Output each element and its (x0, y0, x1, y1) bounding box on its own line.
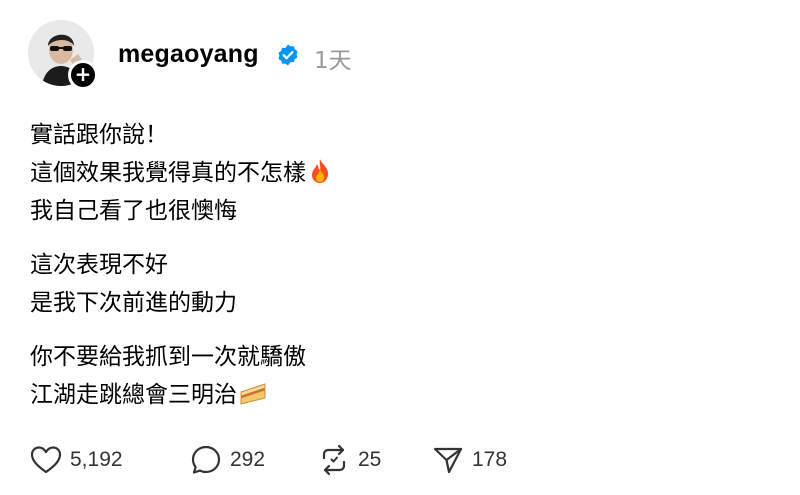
like-button[interactable]: 5,192 (30, 440, 123, 480)
post-line: 你不要給我抓到一次就驕傲 (30, 344, 306, 370)
repost-button[interactable]: 25 (318, 440, 381, 480)
repost-icon (322, 444, 346, 476)
fire-emoji (312, 159, 329, 183)
comment-count: 292 (230, 448, 266, 471)
comment-bubble-icon (191, 445, 221, 474)
post-line: 這次表現不好 (30, 252, 168, 278)
username[interactable]: megaoyang (118, 40, 259, 69)
post-header: + megaoyang 1天 (28, 20, 768, 90)
share-count: 178 (472, 448, 508, 471)
post-line: 江湖走跳總會三明治 (30, 376, 750, 414)
like-count: 5,192 (70, 448, 123, 471)
follow-plus-button[interactable]: + (68, 60, 98, 90)
comment-button[interactable]: 292 (190, 440, 265, 480)
post-line: 是我下次前進的動力 (30, 290, 237, 316)
post-timestamp: 1天 (314, 48, 352, 74)
post-paragraph: 這次表現不好 是我下次前進的動力 (30, 246, 750, 322)
post-line: 這個效果我覺得真的不怎樣 (30, 154, 750, 192)
send-icon (433, 447, 463, 474)
repost-count: 25 (358, 448, 382, 471)
post-line: 我自己看了也很懊悔 (30, 198, 237, 224)
post-line: 實話跟你說！ (30, 122, 168, 148)
sandwich-emoji (240, 383, 266, 405)
verified-badge-icon (278, 44, 298, 66)
post-paragraph: 你不要給我抓到一次就驕傲 江湖走跳總會三明治 (30, 338, 750, 414)
post-paragraph: 實話跟你說！ 這個效果我覺得真的不怎樣 我自己看了也很懊悔 (30, 116, 750, 230)
post-body: 實話跟你說！ 這個效果我覺得真的不怎樣 我自己看了也很懊悔 這次表現不好 是我下… (30, 116, 750, 430)
post-actions: 5,192 292 25 178 (30, 440, 770, 480)
heart-icon (30, 446, 62, 474)
share-button[interactable]: 178 (432, 440, 507, 480)
